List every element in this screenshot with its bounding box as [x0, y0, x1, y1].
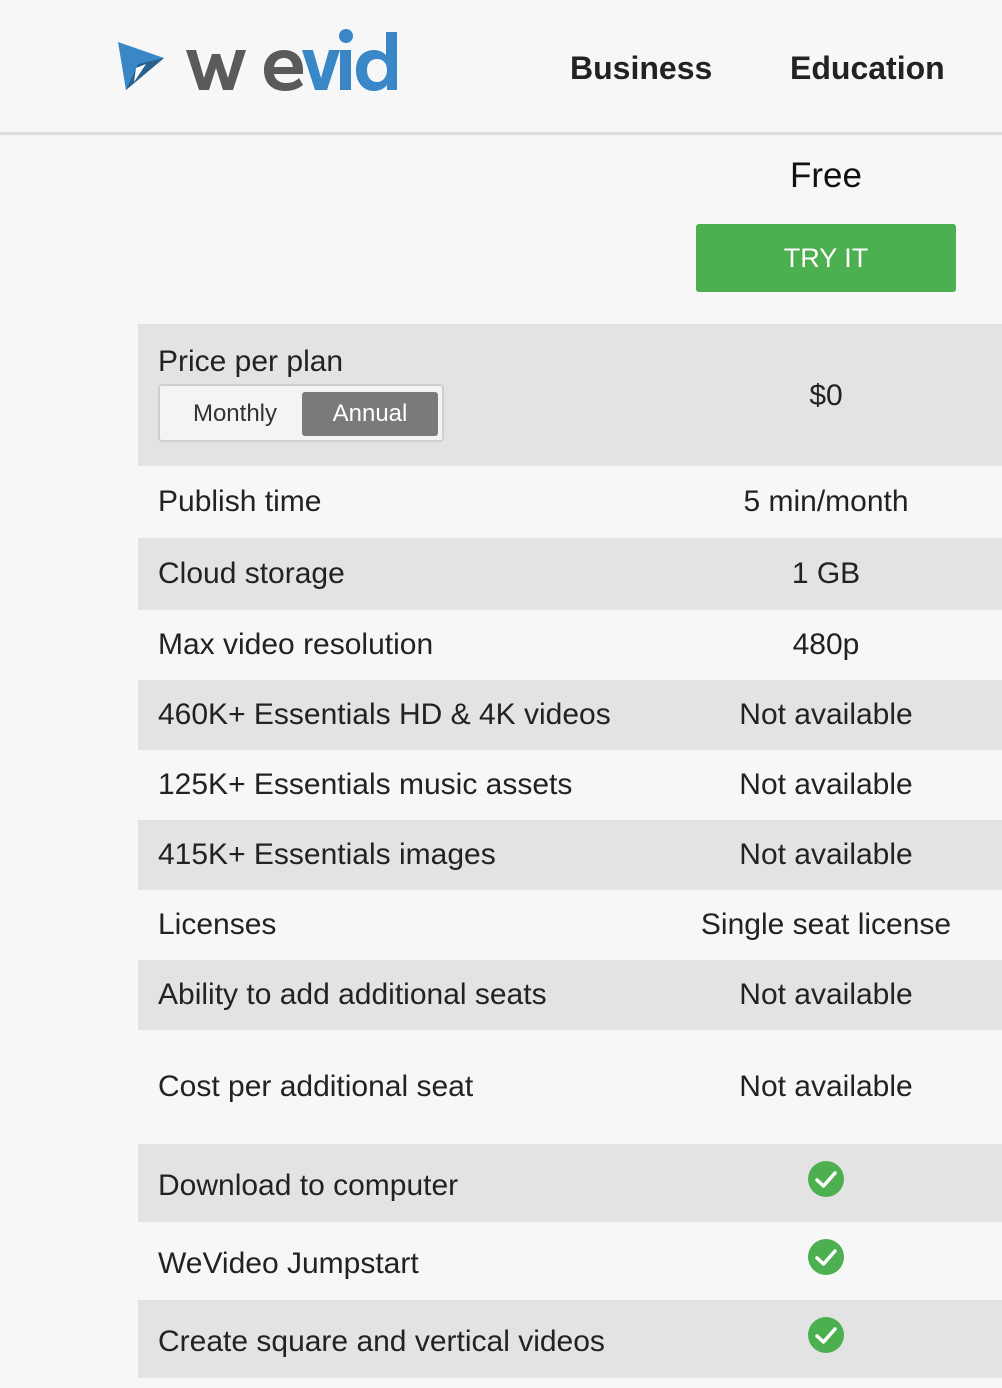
- table-row: 415K+ Essentials images Not available: [138, 820, 1002, 890]
- price-value: $0: [809, 379, 843, 412]
- row-value: 480p: [792, 628, 860, 661]
- site-header: Business Education: [0, 0, 1002, 135]
- table-row: 125K+ Essentials music assets Not availa…: [138, 750, 1002, 820]
- row-label: 125K+ Essentials music assets: [158, 768, 573, 801]
- table-row: Publish time 5 min/month: [138, 466, 1002, 538]
- wevideo-logo-icon: [118, 29, 397, 91]
- row-label: Ability to add additional seats: [158, 978, 547, 1011]
- check-circle-icon: [808, 1239, 844, 1275]
- row-label: Download to computer: [158, 1169, 459, 1202]
- billing-period-toggle[interactable]: Monthly Annual: [158, 384, 444, 442]
- row-label: Cost per additional seat: [158, 1070, 474, 1103]
- check-circle-icon: [808, 1161, 844, 1197]
- row-value: Not available: [739, 698, 913, 731]
- row-label: Max video resolution: [158, 628, 434, 661]
- nav-business-link[interactable]: Business: [570, 48, 712, 88]
- billing-monthly-option[interactable]: Monthly: [166, 392, 304, 436]
- table-row: Download to computer: [138, 1144, 1002, 1222]
- try-it-button[interactable]: TRY IT: [696, 224, 956, 292]
- row-value: Single seat license: [700, 908, 952, 941]
- plan-name: Free: [790, 156, 862, 195]
- table-row: Cloud storage 1 GB: [138, 538, 1002, 610]
- billing-annual-option[interactable]: Annual: [302, 392, 438, 436]
- table-row: WeVideo Jumpstart: [138, 1222, 1002, 1300]
- nav-education-link[interactable]: Education: [790, 48, 945, 88]
- row-value: 5 min/month: [743, 485, 909, 518]
- check-circle-icon: [808, 1317, 844, 1353]
- table-row: Create square and vertical videos: [138, 1300, 1002, 1378]
- wevideo-logo[interactable]: [116, 24, 428, 96]
- row-label: 415K+ Essentials images: [158, 838, 496, 871]
- row-value: Not available: [739, 768, 913, 801]
- price-per-plan-row: Price per plan Monthly Annual $0: [138, 324, 1002, 466]
- price-per-plan-label: Price per plan: [158, 345, 344, 378]
- row-label: WeVideo Jumpstart: [158, 1247, 419, 1280]
- table-row: Licenses Single seat license: [138, 890, 1002, 960]
- row-value: Not available: [739, 978, 913, 1011]
- table-row: Cost per additional seat Not available: [138, 1030, 1002, 1144]
- row-value: 1 GB: [791, 557, 861, 590]
- row-value: Not available: [739, 1070, 913, 1103]
- row-label: Create square and vertical videos: [158, 1325, 605, 1358]
- row-value: Not available: [739, 838, 913, 871]
- table-row: 460K+ Essentials HD & 4K videos Not avai…: [138, 680, 1002, 750]
- table-row: Ability to add additional seats Not avai…: [138, 960, 1002, 1030]
- pricing-comparison-table: Price per plan Monthly Annual $0 Publish…: [138, 324, 1002, 1378]
- row-label: Publish time: [158, 485, 322, 518]
- row-label: 460K+ Essentials HD & 4K videos: [158, 698, 611, 731]
- row-label: Licenses: [158, 908, 277, 941]
- table-row: Max video resolution 480p: [138, 610, 1002, 680]
- row-label: Cloud storage: [158, 557, 345, 590]
